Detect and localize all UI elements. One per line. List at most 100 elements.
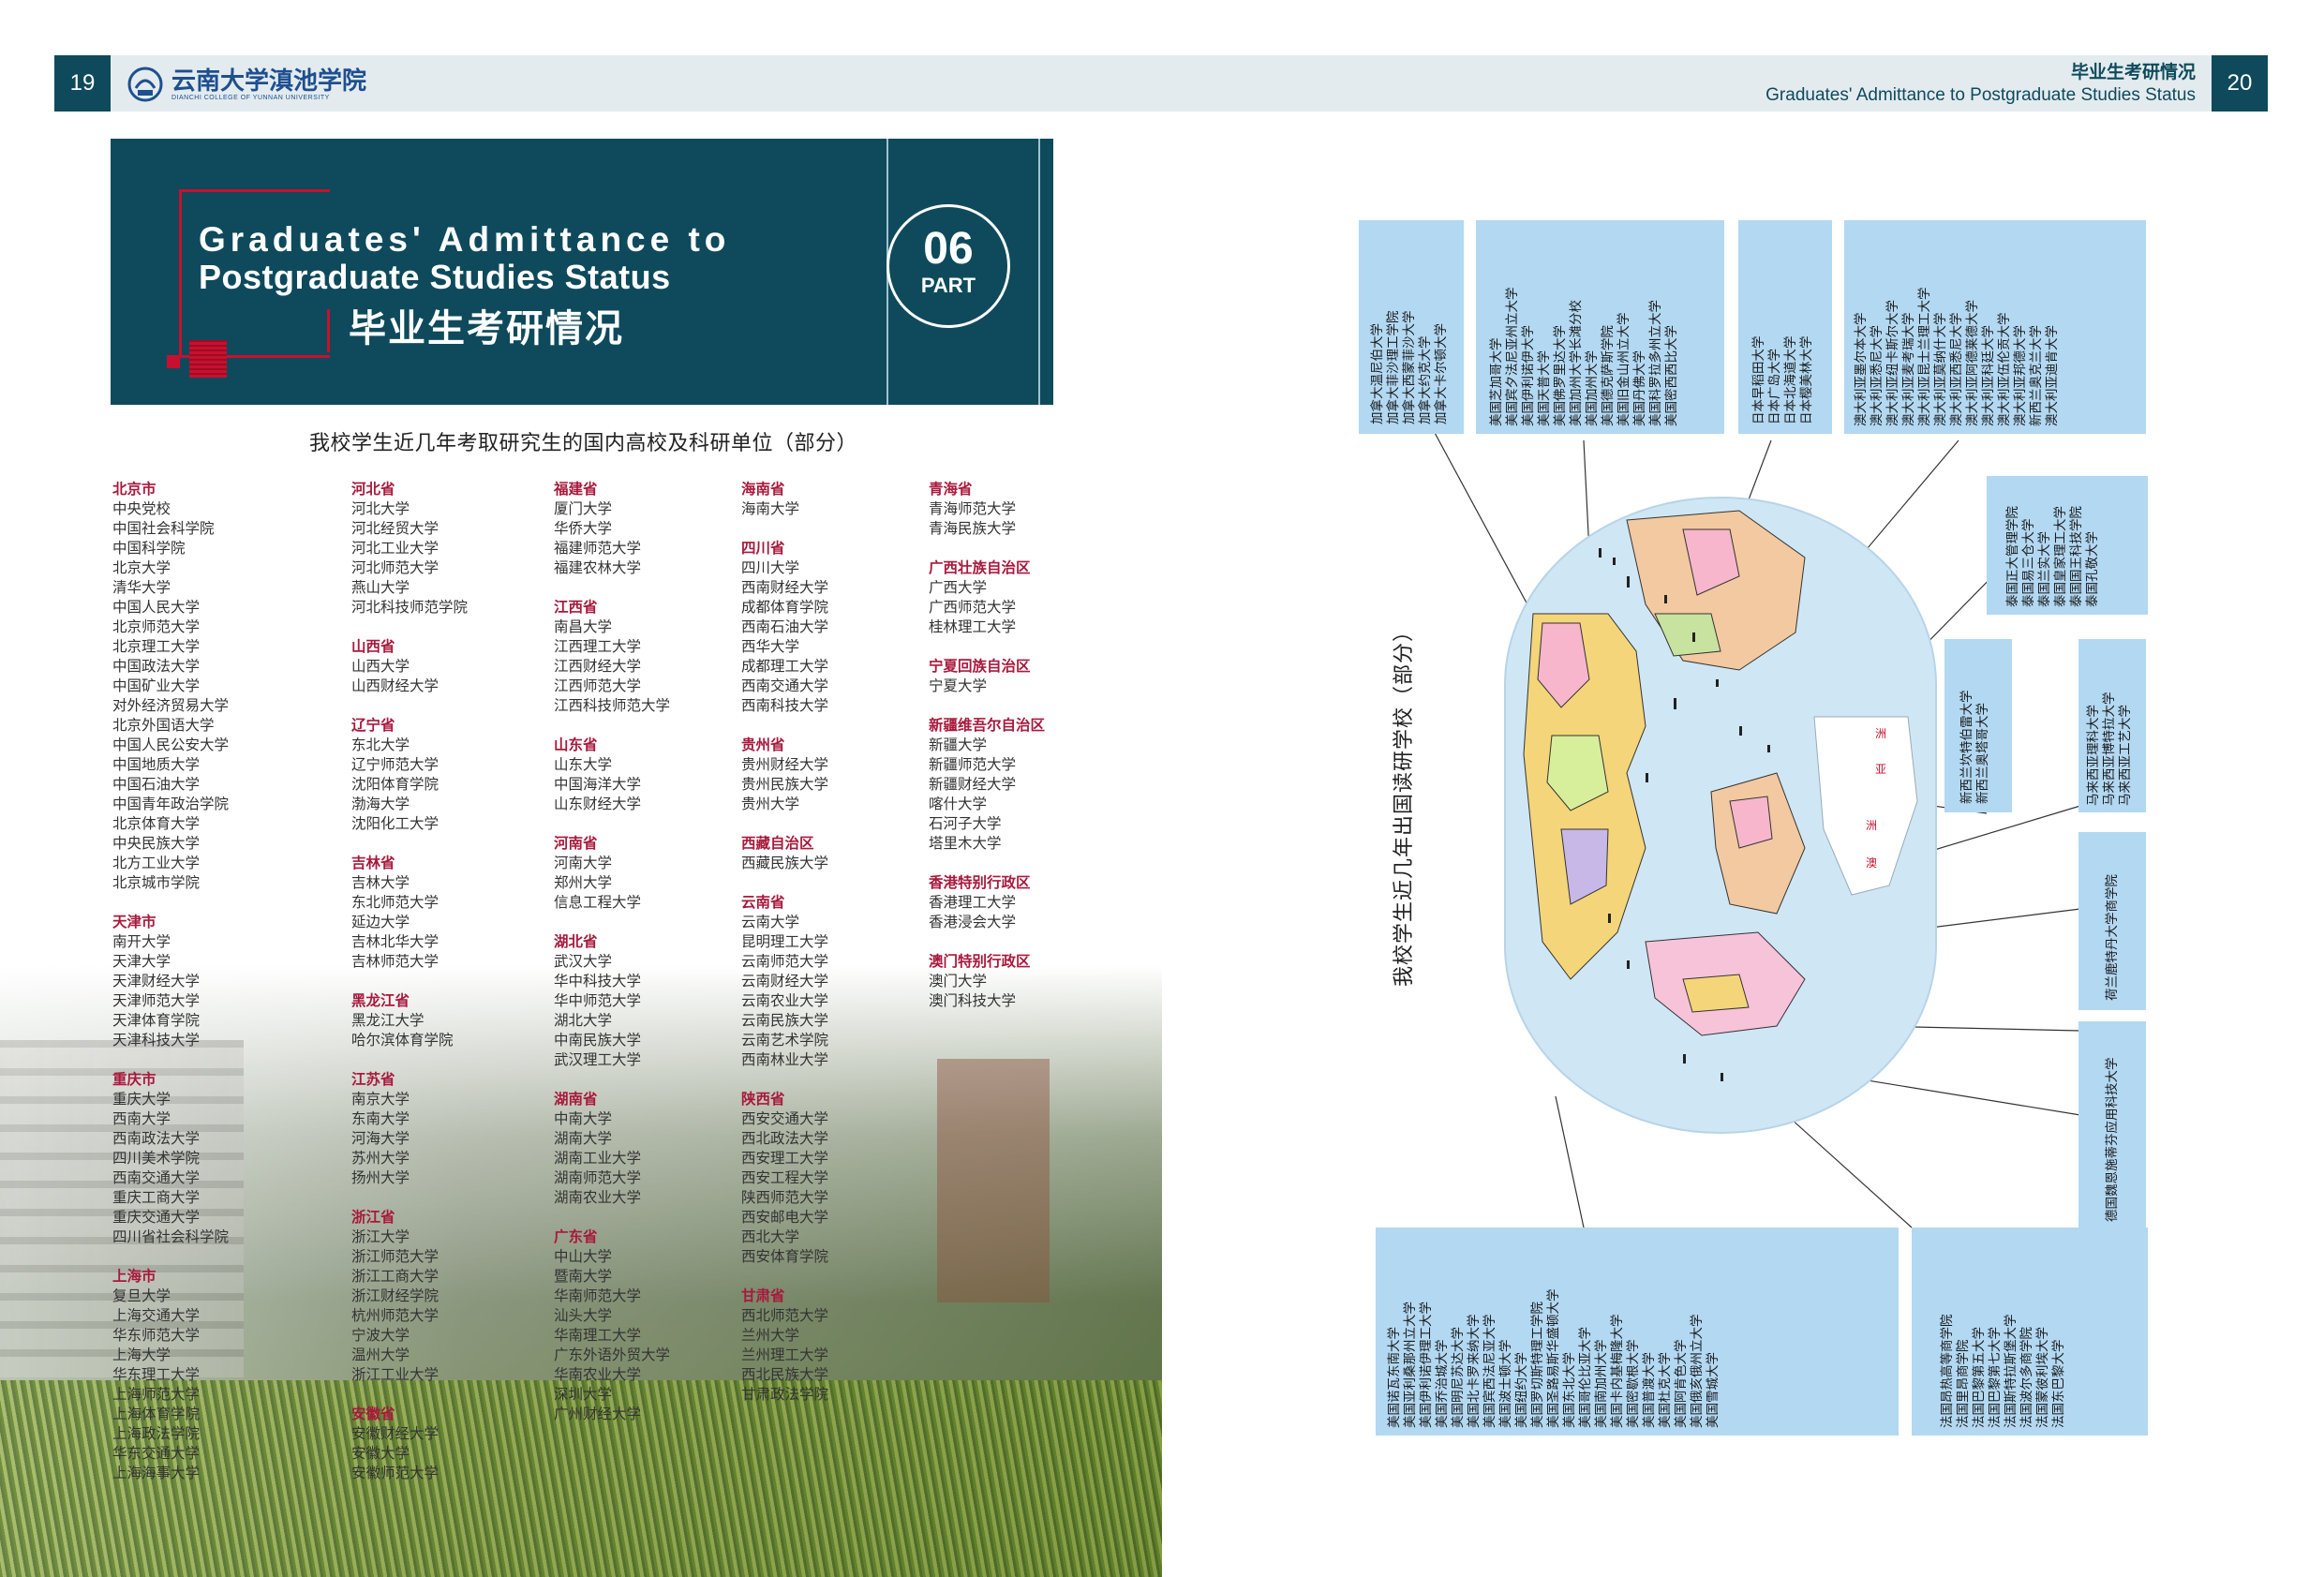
university-item: 安徽师范大学	[351, 1465, 439, 1481]
university-item: 汕头大学	[554, 1307, 613, 1324]
abroad-university: 泰国皇家理工大学	[2053, 506, 2068, 607]
university-item: 沈阳化工大学	[351, 815, 439, 832]
abroad-university: 美国宾西法尼亚大学	[1482, 1314, 1497, 1429]
abroad-university: 美国芝加哥大学	[1489, 337, 1504, 427]
university-item: 西藏民族大学	[741, 855, 829, 871]
abroad-university: 马来西亚工艺大学	[2118, 705, 2133, 806]
university-item: 天津师范大学	[112, 992, 201, 1009]
university-item: 浙江工商大学	[351, 1268, 439, 1285]
abroad-university: 澳大利亚阿德莱德大学	[1965, 300, 1980, 426]
university-item: 燕山大学	[351, 579, 410, 596]
abroad-university: 美国科罗拉多州立大学	[1648, 300, 1663, 426]
chapter-banner: Graduates' Admittance to Postgraduate St…	[111, 139, 1053, 405]
province-heading: 河南省	[554, 835, 598, 852]
university-item: 西南政法大学	[112, 1130, 201, 1147]
university-item: 桂林理工大学	[929, 618, 1017, 635]
university-item: 西安邮电大学	[741, 1209, 829, 1226]
university-item: 北京师范大学	[112, 618, 201, 635]
province-group: 辽宁省 东北大学 辽宁师范大学 沈阳体育学院 渤海大学 沈阳化工大学	[351, 716, 468, 834]
university-item: 河北大学	[351, 500, 410, 517]
province-group: 新疆维吾尔自治区 新疆大学 新疆师范大学 新疆财经大学 喀什大学 石河子大学 塔里木大学	[929, 716, 1045, 854]
list-france: 法国昂热高等商学院 法国里昂商学院 法国巴黎第五大学 法国巴黎第七大学 法国斯特拉斯堡大…	[1940, 1315, 2067, 1429]
abroad-university: 美国宾夕法尼亚州立大学	[1505, 287, 1520, 427]
university-item: 河北工业大学	[351, 540, 439, 557]
abroad-university: 荷兰鹿特丹大学商学院	[2105, 874, 2120, 1001]
university-item: 上海大学	[112, 1346, 171, 1363]
university-item: 云南师范大学	[741, 953, 829, 970]
page-number-left: 19	[54, 55, 111, 112]
province-heading: 山西省	[351, 638, 395, 655]
university-item: 山东大学	[554, 756, 613, 773]
university-item: 重庆交通大学	[112, 1209, 201, 1226]
university-item: 华东交通大学	[112, 1445, 201, 1462]
province-group: 黑龙江省 黑龙江大学 哈尔滨体育学院	[351, 991, 468, 1050]
abroad-university: 美国哥伦比亚大学	[1578, 1327, 1593, 1428]
university-item: 北京体育大学	[112, 815, 201, 832]
province-group: 贵州省 贵州财经大学 贵州民族大学 贵州大学	[741, 736, 828, 814]
box-netherlands: 荷兰鹿特丹大学商学院	[2078, 832, 2146, 1010]
university-item: 扬州大学	[351, 1169, 410, 1186]
abroad-university: 澳大利亚墨尔本大学	[1854, 312, 1869, 427]
part-badge: 06 PART	[886, 204, 1010, 328]
province-group: 江西省 南昌大学 江西理工大学 江西财经大学 江西师范大学 江西科技师范大学	[554, 598, 670, 716]
university-item: 贵州民族大学	[741, 776, 829, 793]
box-malaysia: 马来西亚理科大学 马来西亚博特拉大学 马来西亚工艺大学	[2078, 639, 2146, 812]
banner-title-en-line1: Graduates' Admittance to	[199, 220, 731, 259]
university-item: 郑州大学	[554, 874, 613, 891]
province-group: 宁夏回族自治区 宁夏大学	[929, 657, 1045, 696]
province-group: 湖北省 武汉大学 华中科技大学 华中师范大学 湖北大学 中南民族大学 武汉理工大学	[554, 932, 670, 1070]
abroad-university: 泰国孔敬大学	[2085, 531, 2100, 607]
abroad-university: 泰国兰实大学	[2037, 531, 2052, 607]
university-item: 上海师范大学	[112, 1386, 201, 1403]
abroad-university: 美国普渡大学	[1642, 1352, 1657, 1428]
abroad-university: 美国乔治城大学	[1435, 1339, 1450, 1429]
abroad-university: 澳大利亚西悉尼大学	[1949, 312, 1964, 427]
province-heading: 西藏自治区	[741, 835, 814, 852]
abroad-university: 法国波尔多商学院	[2019, 1327, 2034, 1428]
province-heading: 香港特别行政区	[929, 874, 1031, 891]
university-item: 重庆大学	[112, 1091, 171, 1108]
university-item: 湖北大学	[554, 1012, 613, 1029]
province-heading: 新疆维吾尔自治区	[929, 717, 1046, 734]
university-item: 渤海大学	[351, 796, 410, 812]
university-item: 河北经贸大学	[351, 520, 439, 537]
abroad-university: 美国天普大学	[1537, 350, 1552, 426]
university-item: 深圳大学	[554, 1386, 613, 1403]
world-map: 洲 亚 洲 澳	[1496, 492, 1945, 1138]
university-item: 海南大学	[741, 500, 800, 517]
university-item: 甘肃政法学院	[741, 1386, 829, 1403]
province-heading: 重庆市	[112, 1071, 156, 1088]
province-group: 吉林省 吉林大学 东北师范大学 延边大学 吉林北华大学 吉林师范大学	[351, 854, 468, 972]
province-group: 重庆市 重庆大学 西南大学 西南政法大学 四川美术学院 西南交通大学 重庆工商大学 重庆交通大…	[112, 1070, 229, 1247]
university-item: 南京大学	[351, 1091, 410, 1108]
abroad-university: 法国巴黎第七大学	[1988, 1327, 2003, 1428]
abroad-university: 美国加州大学	[1585, 350, 1600, 426]
abroad-university: 美国伊利诺伊大学	[1521, 325, 1536, 426]
province-group: 浙江省 浙江大学 浙江师范大学 浙江工商大学 浙江财经学院 杭州师范大学 宁波大学 温州大学浙…	[351, 1208, 468, 1385]
university-item: 湖南农业大学	[554, 1189, 642, 1206]
university-item: 北京外国语大学	[112, 717, 215, 734]
province-group: 河北省 河北大学 河北经贸大学 河北工业大学 河北师范大学 燕山大学 河北科技师范学院	[351, 480, 468, 617]
university-item: 北京城市学院	[112, 874, 201, 891]
box-nz: 新西兰坎特伯雷大学 新西兰奥塔哥大学	[1944, 639, 2012, 812]
abroad-university: 美国纽约大学	[1514, 1352, 1529, 1428]
abroad-university: 美国丹佛大学	[1632, 350, 1647, 426]
university-item: 江西理工大学	[554, 638, 642, 655]
abroad-university: 日本北海道大学	[1783, 335, 1798, 425]
abroad-university: 澳大利亚昆士兰理工大学	[1917, 287, 1932, 427]
university-item: 塔里木大学	[929, 835, 1002, 852]
university-item: 昆明理工大学	[741, 933, 829, 950]
university-item: 黑龙江大学	[351, 1012, 425, 1029]
university-item: 中南大学	[554, 1110, 613, 1127]
university-item: 吉林大学	[351, 874, 410, 891]
abroad-university: 美国伊利诺伊理工大学	[1419, 1302, 1434, 1428]
section-title-en: Graduates' Admittance to Postgraduate St…	[1765, 85, 2196, 105]
list-nz: 新西兰坎特伯雷大学 新西兰奥塔哥大学	[1959, 691, 1991, 805]
province-group: 湖南省 中南大学 湖南大学 湖南工业大学 湖南师范大学 湖南农业大学	[554, 1090, 670, 1208]
abroad-university: 法国昂热高等商学院	[1940, 1314, 1955, 1429]
section-header: 毕业生考研情况 Graduates' Admittance to Postgra…	[1765, 60, 2196, 107]
university-item: 华中科技大学	[554, 973, 642, 989]
university-item: 广西大学	[929, 579, 988, 596]
abroad-university: 泰国国王科技学院	[2069, 506, 2084, 607]
university-item: 浙江财经学院	[351, 1287, 439, 1304]
